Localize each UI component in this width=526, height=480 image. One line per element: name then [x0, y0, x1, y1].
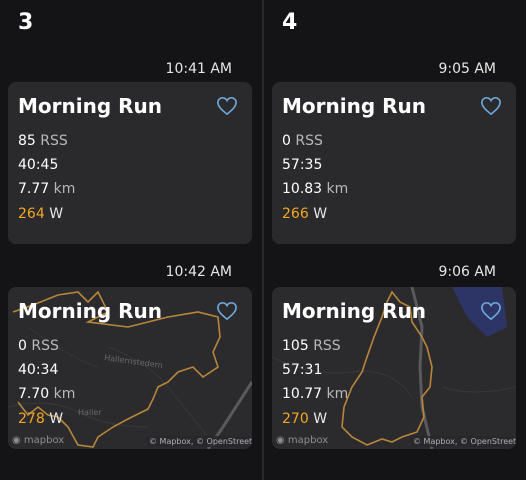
distance-stat: 7.70 km	[18, 386, 75, 402]
activity-card[interactable]: Morning Run 105 RSS 57:31 10.77 km 270 W…	[272, 287, 516, 449]
mapbox-logo-text: mapbox	[23, 435, 65, 446]
day-number: 3	[18, 10, 34, 35]
activity-title: Morning Run	[282, 94, 426, 118]
activity-title: Morning Run	[18, 299, 162, 323]
rss-value: 0	[282, 133, 291, 149]
mapbox-logo-text: mapbox	[287, 435, 329, 446]
distance-unit: km	[53, 386, 76, 402]
power-value: 270	[282, 411, 309, 427]
activity-title: Morning Run	[18, 94, 162, 118]
heart-outline-icon[interactable]	[480, 301, 502, 321]
mapbox-logo[interactable]: ◉ mapbox	[12, 435, 64, 446]
rss-stat: 0 RSS	[18, 338, 59, 354]
power-unit: W	[49, 411, 64, 427]
activity-time: 9:05 AM	[438, 61, 496, 77]
power-value: 266	[282, 206, 309, 222]
power-stat: 278 W	[18, 411, 63, 427]
distance-stat: 10.77 km	[282, 386, 348, 402]
distance-value: 7.70	[18, 386, 50, 402]
heart-outline-icon[interactable]	[216, 301, 238, 321]
distance-value: 10.83	[282, 181, 323, 197]
day-column-3: 3 10:41 AM Morning Run 85 RSS 40:45 7.77…	[0, 0, 262, 480]
power-value: 278	[18, 411, 45, 427]
activity-title: Morning Run	[282, 299, 426, 323]
rss-value: 105	[282, 338, 309, 354]
power-unit: W	[313, 206, 328, 222]
distance-stat: 7.77 km	[18, 181, 75, 197]
rss-unit: RSS	[40, 133, 68, 149]
distance-stat: 10.83 km	[282, 181, 348, 197]
power-unit: W	[313, 411, 328, 427]
activity-time: 10:42 AM	[165, 264, 232, 280]
duration-stat: 57:31	[282, 362, 323, 378]
power-stat: 264 W	[18, 206, 63, 222]
heart-outline-icon[interactable]	[216, 96, 238, 116]
rss-value: 0	[18, 338, 27, 354]
day-number: 4	[282, 10, 298, 35]
activity-card[interactable]: Morning Run 85 RSS 40:45 7.77 km 264 W	[8, 82, 252, 244]
duration-stat: 57:35	[282, 157, 323, 173]
mapbox-logo[interactable]: ◉ mapbox	[276, 435, 328, 446]
power-stat: 270 W	[282, 411, 327, 427]
activity-card[interactable]: Morning Run 0 RSS 57:35 10.83 km 266 W	[272, 82, 516, 244]
day-column-4: 4 9:05 AM Morning Run 0 RSS 57:35 10.83 …	[264, 0, 526, 480]
rss-unit: RSS	[31, 338, 59, 354]
rss-unit: RSS	[313, 338, 341, 354]
duration-stat: 40:34	[18, 362, 59, 378]
rss-unit: RSS	[295, 133, 323, 149]
heart-outline-icon[interactable]	[480, 96, 502, 116]
power-value: 264	[18, 206, 45, 222]
distance-value: 10.77	[282, 386, 323, 402]
distance-unit: km	[53, 181, 76, 197]
map-attribution[interactable]: © Mapbox, © OpenStreetMap	[410, 436, 516, 447]
distance-unit: km	[326, 386, 349, 402]
mapbox-icon: ◉	[12, 435, 21, 446]
rss-stat: 85 RSS	[18, 133, 68, 149]
activity-time: 9:06 AM	[438, 264, 496, 280]
mapbox-icon: ◉	[276, 435, 285, 446]
activity-time: 10:41 AM	[165, 61, 232, 77]
rss-stat: 0 RSS	[282, 133, 323, 149]
duration-stat: 40:45	[18, 157, 59, 173]
map-attribution[interactable]: © Mapbox, © OpenStreetMap	[146, 436, 252, 447]
map-place-label: Haller	[78, 408, 102, 417]
power-unit: W	[49, 206, 64, 222]
distance-value: 7.77	[18, 181, 50, 197]
distance-unit: km	[326, 181, 349, 197]
rss-stat: 105 RSS	[282, 338, 341, 354]
power-stat: 266 W	[282, 206, 327, 222]
activity-card[interactable]: Hallernstedern Haller Morning Run 0 RSS …	[8, 287, 252, 449]
rss-value: 85	[18, 133, 36, 149]
